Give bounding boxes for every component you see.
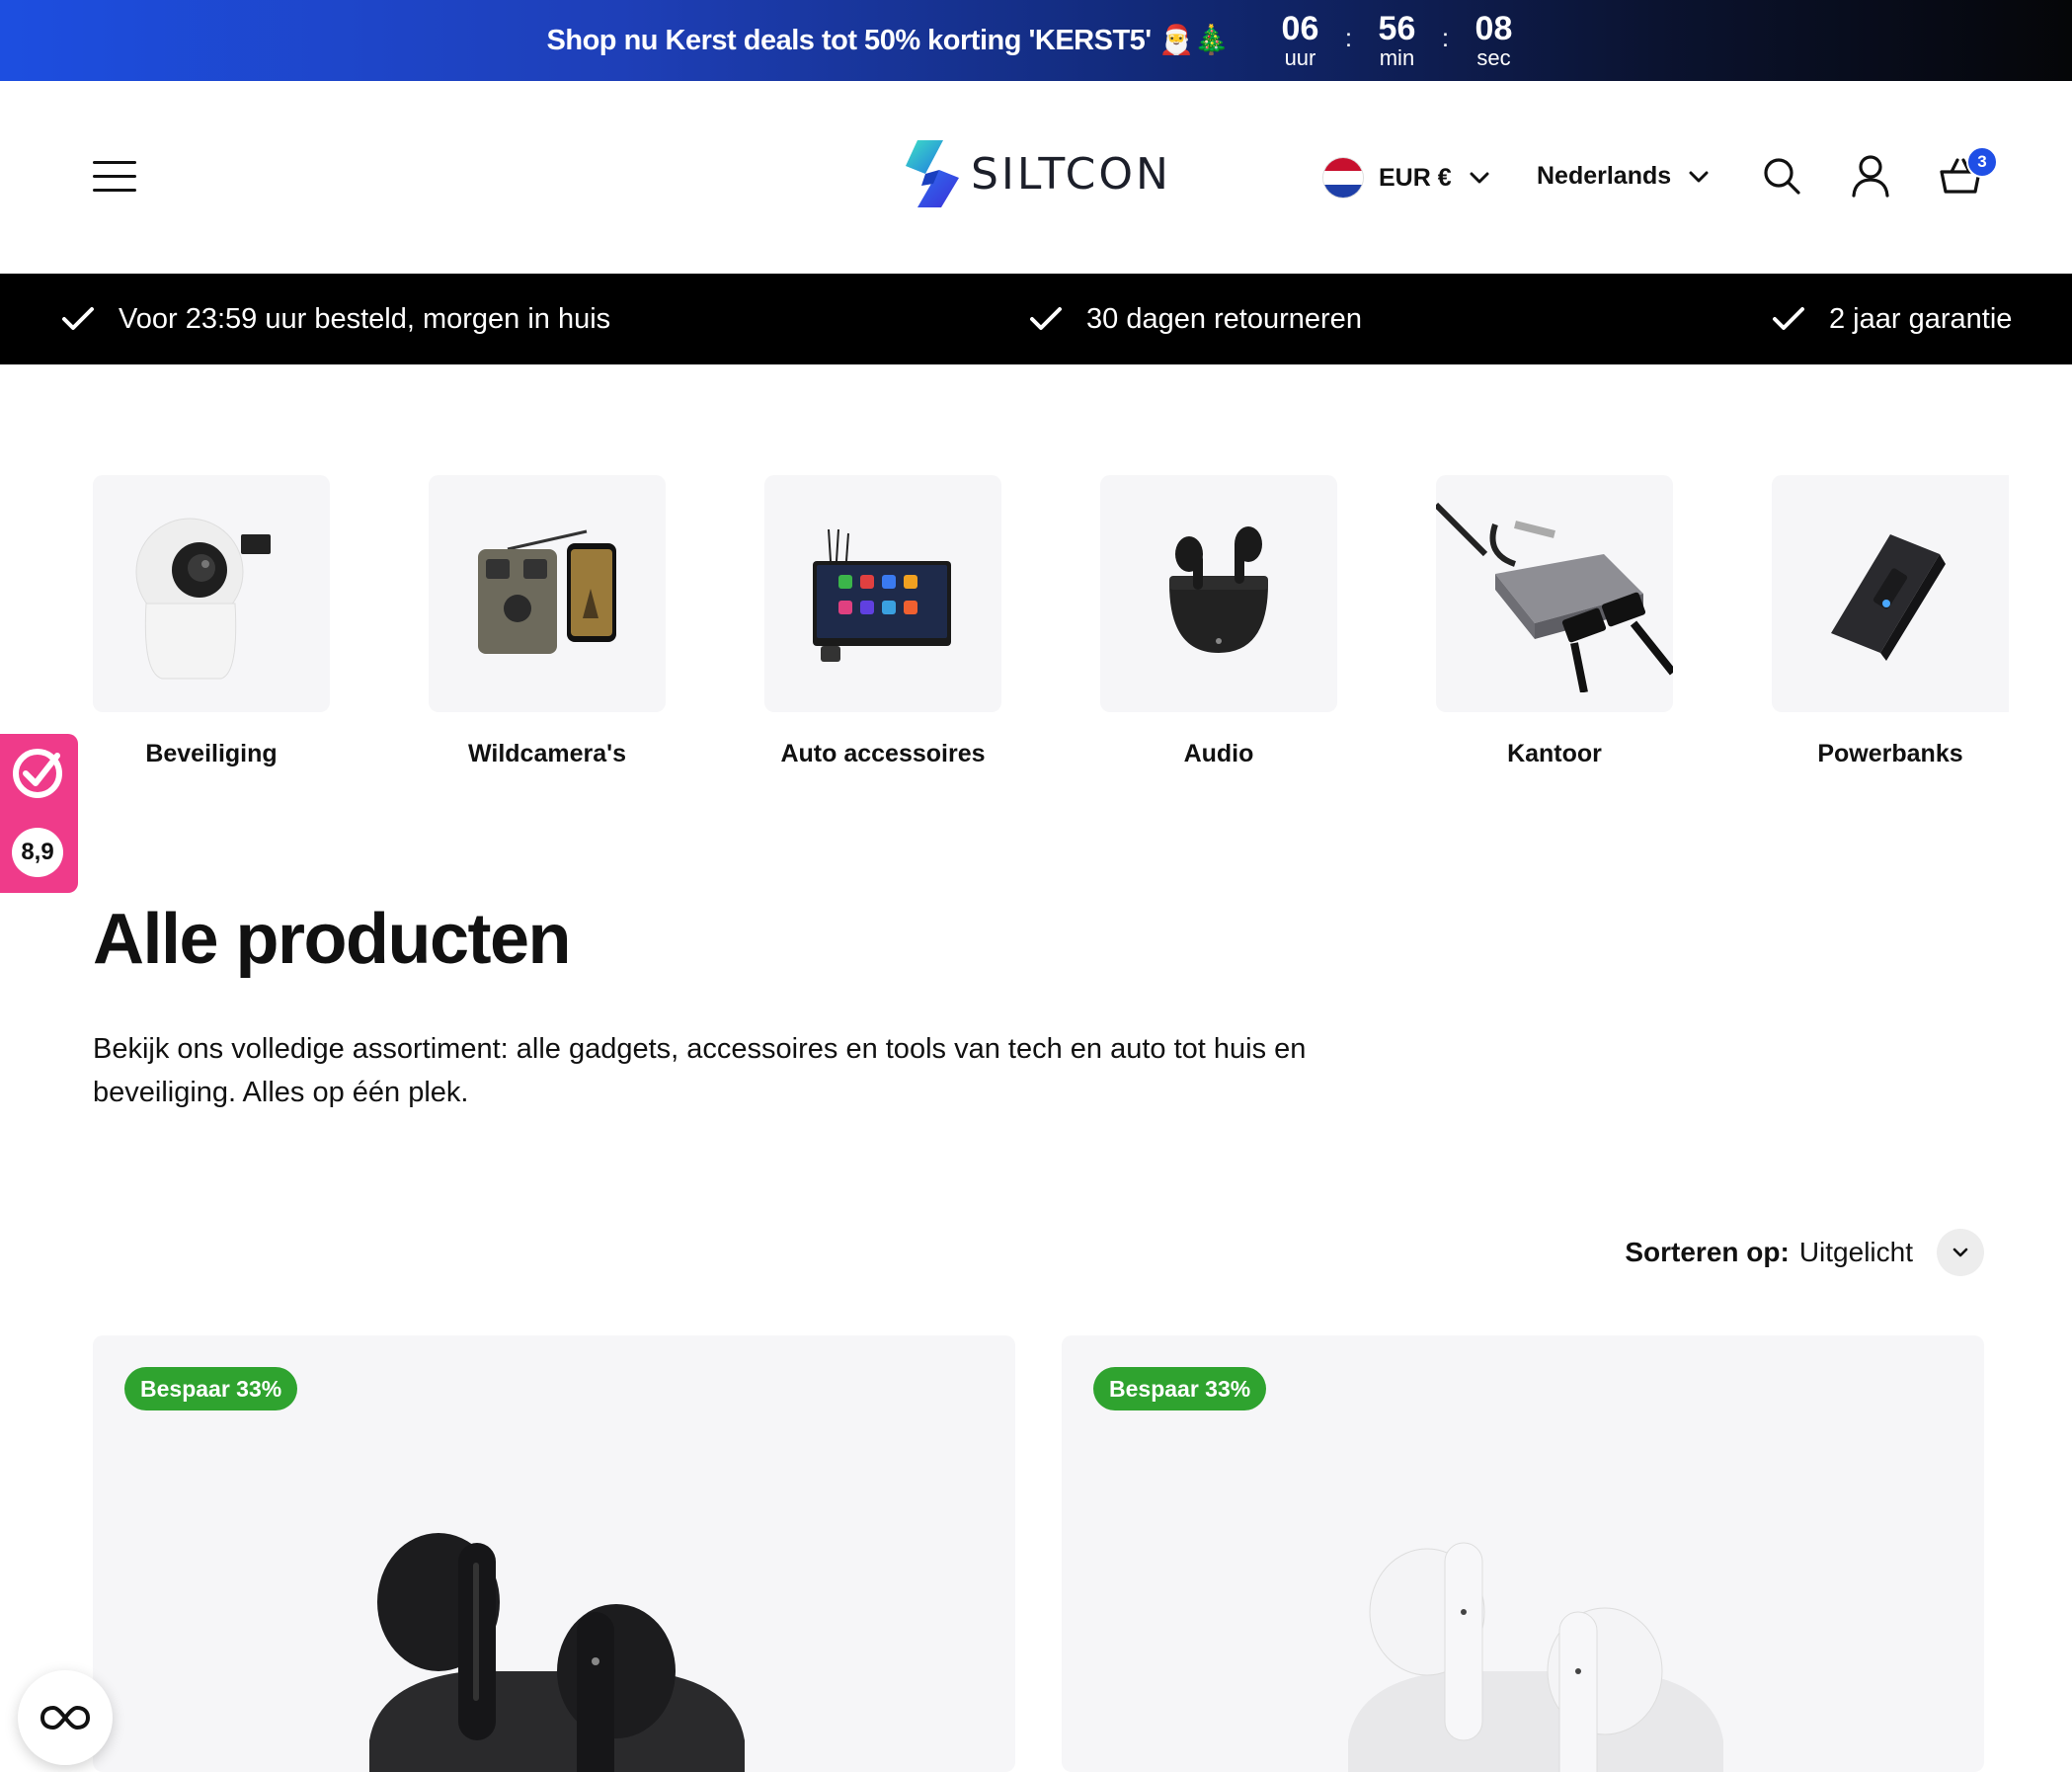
countdown-hours: 06 uur xyxy=(1268,12,1331,69)
security-camera-icon xyxy=(135,518,271,680)
countdown-timer: 06 uur : 56 min : 08 sec xyxy=(1268,12,1525,69)
netherlands-flag-icon xyxy=(1323,158,1363,198)
menu-icon[interactable] xyxy=(93,161,136,193)
countdown-hours-value: 06 xyxy=(1281,10,1319,47)
checkmark-icon xyxy=(62,307,94,330)
discount-badge: Bespaar 33% xyxy=(1093,1367,1267,1410)
countdown-minutes: 56 min xyxy=(1365,12,1428,69)
usp-item: Voor 23:59 uur besteld, morgen in huis xyxy=(61,274,610,364)
category-label: Wildcamera's xyxy=(468,740,626,767)
powerbank-icon xyxy=(1831,534,1946,661)
search-icon[interactable] xyxy=(1762,156,1801,196)
usp-item: 2 jaar garantie xyxy=(1772,274,2012,364)
usp-label: 30 dagen retourneren xyxy=(1086,302,1362,335)
usb-hub-icon xyxy=(1436,502,1673,692)
countdown-seconds-label: sec xyxy=(1476,45,1511,70)
sort-toggle-button[interactable] xyxy=(1937,1229,1984,1276)
countdown-hours-label: uur xyxy=(1284,45,1316,70)
countdown-separator: : xyxy=(1441,22,1450,52)
category-image xyxy=(429,475,666,712)
promo-bar[interactable]: Shop nu Kerst deals tot 50% korting 'KER… xyxy=(0,0,2072,81)
site-logo[interactable]: SILTCON xyxy=(904,138,1171,209)
category-beveiliging[interactable]: Beveiliging xyxy=(93,475,330,768)
category-wildcameras[interactable]: Wildcamera's xyxy=(429,475,666,768)
car-display-icon xyxy=(813,528,951,662)
countdown-seconds: 08 sec xyxy=(1462,12,1525,69)
category-label: Audio xyxy=(1183,740,1254,767)
usp-label: 2 jaar garantie xyxy=(1829,302,2013,335)
countdown-minutes-value: 56 xyxy=(1378,10,1416,47)
usp-item: 30 dagen retourneren xyxy=(1029,274,1362,364)
category-image xyxy=(93,475,330,712)
category-auto-accessoires[interactable]: Auto accessoires xyxy=(764,475,1001,768)
category-audio[interactable]: Audio xyxy=(1100,475,1337,768)
review-rating-widget[interactable]: 8,9 xyxy=(0,734,78,893)
rating-score: 8,9 xyxy=(12,828,63,877)
discount-badge: Bespaar 33% xyxy=(124,1367,298,1410)
chat-button[interactable] xyxy=(18,1670,113,1765)
account-icon[interactable] xyxy=(1851,154,1890,198)
countdown-separator: : xyxy=(1344,22,1353,52)
checkmark-icon xyxy=(1773,307,1804,330)
checkmark-icon xyxy=(1030,307,1062,330)
currency-label: EUR € xyxy=(1379,163,1452,192)
logo-mark-icon xyxy=(906,140,959,207)
currency-selector[interactable]: EUR € xyxy=(1323,158,1489,198)
white-earbuds-image xyxy=(1348,1542,1723,1772)
category-label: Auto accessoires xyxy=(780,740,986,767)
language-label: Nederlands xyxy=(1537,162,1672,190)
page-description: Bekijk ons volledige assortiment: alle g… xyxy=(93,1033,1307,1108)
logo-text: SILTCON xyxy=(971,148,1171,200)
language-selector[interactable]: Nederlands xyxy=(1537,162,1709,191)
sort-label: Sorteren op: xyxy=(1625,1237,1790,1267)
page-title: Alle producten xyxy=(93,900,572,979)
promo-text: Shop nu Kerst deals tot 50% korting 'KER… xyxy=(546,25,1230,56)
chevron-down-icon xyxy=(1470,172,1489,184)
usp-bar: Voor 23:59 uur besteld, morgen in huis 3… xyxy=(0,274,2072,364)
wildcamera-icon xyxy=(478,529,616,654)
earbuds-icon xyxy=(1169,526,1268,653)
category-label: Kantoor xyxy=(1507,740,1602,767)
sort-value: Uitgelicht xyxy=(1798,1237,1913,1267)
countdown-minutes-label: min xyxy=(1379,45,1415,70)
chevron-down-icon xyxy=(1952,1248,1968,1257)
black-earbuds-image xyxy=(369,1533,745,1772)
category-label: Beveiliging xyxy=(145,740,278,767)
category-image xyxy=(764,475,1001,712)
review-badge-icon xyxy=(13,749,62,798)
category-kantoor[interactable]: Kantoor xyxy=(1436,475,1673,768)
category-label: Powerbanks xyxy=(1817,740,1963,767)
product-card[interactable]: Bespaar 33% xyxy=(1062,1335,1984,1772)
countdown-seconds-value: 08 xyxy=(1474,10,1513,47)
category-image xyxy=(1436,475,1673,712)
category-powerbanks[interactable]: Powerbanks xyxy=(1772,475,2009,768)
category-image xyxy=(1772,475,2009,712)
sort-dropdown[interactable]: Sorteren op: Uitgelicht xyxy=(1625,1229,1984,1276)
product-card[interactable]: Bespaar 33% xyxy=(93,1335,1015,1772)
cart-count-badge: 3 xyxy=(1966,146,1998,178)
chevron-down-icon xyxy=(1689,171,1709,182)
chat-infinity-icon xyxy=(40,1705,91,1731)
site-header: SILTCON EUR € Nederlands xyxy=(0,81,2072,274)
category-image xyxy=(1100,475,1337,712)
usp-label: Voor 23:59 uur besteld, morgen in huis xyxy=(119,302,611,335)
